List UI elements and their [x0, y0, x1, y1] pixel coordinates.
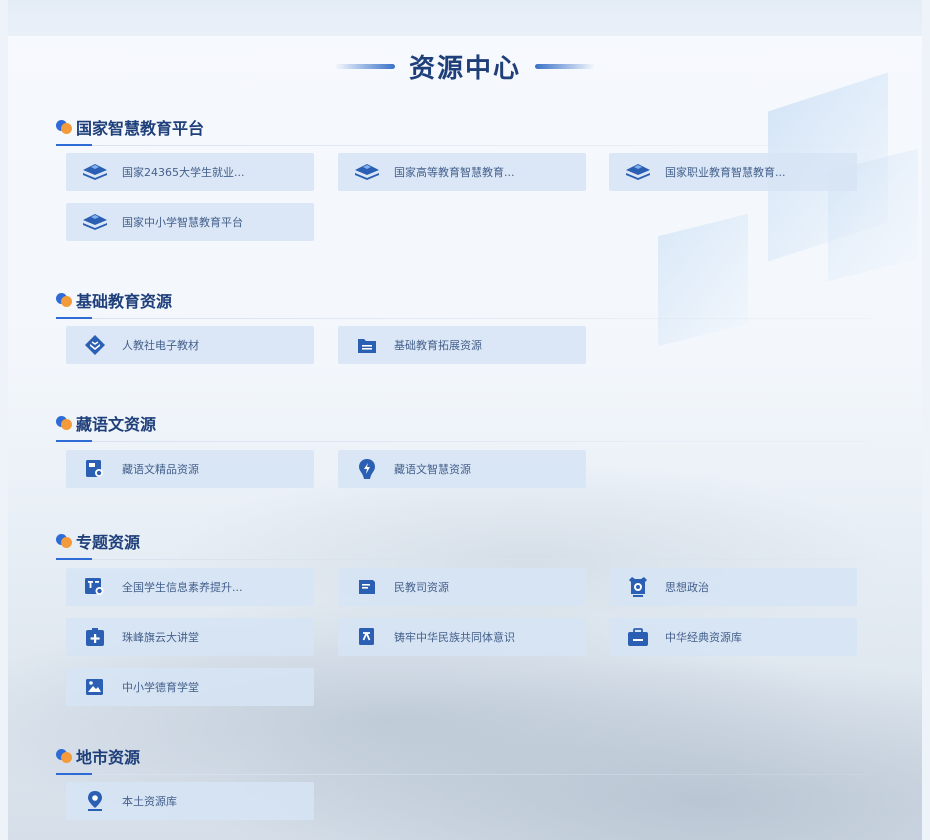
title-decoration-left	[334, 63, 395, 69]
section-bullet-icon	[56, 120, 72, 134]
image-icon	[82, 676, 108, 698]
location-pin-icon	[82, 790, 108, 812]
section-header-special-topics: 专题资源	[56, 525, 870, 560]
section-title: 专题资源	[76, 533, 141, 552]
title-decoration-right	[535, 63, 595, 69]
resource-card-label: 国家24365大学生就业...	[122, 166, 245, 179]
resource-center-page: 资源中心 国家智慧教育平台 国家24365大学生就业... 国家高等教育智慧教育…	[8, 0, 922, 840]
briefcase-icon	[625, 626, 651, 648]
resource-card[interactable]: 藏语文智慧资源	[338, 450, 586, 488]
resource-card[interactable]: 国家职业教育智慧教育...	[609, 153, 857, 191]
resource-card[interactable]: 本土资源库	[66, 782, 314, 820]
resource-card[interactable]: 全国学生信息素养提升...	[66, 568, 314, 606]
resource-card[interactable]: 人教社电子教材	[66, 326, 314, 364]
resource-card[interactable]: 民教司资源	[338, 568, 586, 606]
resource-card-label: 国家高等教育智慧教育...	[394, 166, 515, 179]
medical-plus-icon	[82, 626, 108, 648]
section-bullet-icon	[56, 534, 72, 548]
resource-card[interactable]: 基础教育拓展资源	[338, 326, 586, 364]
page-header: 资源中心	[8, 44, 922, 88]
resource-card-label: 基础教育拓展资源	[394, 339, 482, 352]
section-header-national-platform: 国家智慧教育平台	[56, 111, 870, 146]
resource-card[interactable]: 国家高等教育智慧教育...	[338, 153, 586, 191]
resource-card-label: 全国学生信息素养提升...	[122, 581, 243, 594]
resource-card-label: 珠峰旗云大讲堂	[122, 631, 199, 644]
section-bullet-icon	[56, 416, 72, 430]
book-stack-icon	[625, 161, 651, 183]
resource-card[interactable]: 国家24365大学生就业...	[66, 153, 314, 191]
book-open-icon	[354, 576, 380, 598]
text-search-icon	[82, 576, 108, 598]
resource-card[interactable]: 藏语文精品资源	[66, 450, 314, 488]
book-stack-icon	[354, 161, 380, 183]
resource-card[interactable]: 思想政治	[609, 568, 857, 606]
section-bullet-icon	[56, 293, 72, 307]
book-stack-icon	[82, 211, 108, 233]
emblem-icon	[625, 576, 651, 598]
resource-card[interactable]: 中华经典资源库	[609, 618, 857, 656]
resource-card-label: 民教司资源	[394, 581, 449, 594]
resource-card[interactable]: 珠峰旗云大讲堂	[66, 618, 314, 656]
resource-card-label: 铸牢中华民族共同体意识	[394, 631, 515, 644]
bulb-icon	[354, 458, 380, 480]
section-bullet-icon	[56, 749, 72, 763]
decorative-shape	[658, 213, 748, 347]
resource-card-label: 中小学德育学堂	[122, 681, 199, 694]
section-header-basic-education: 基础教育资源	[56, 284, 870, 319]
resource-card-label: 藏语文智慧资源	[394, 463, 471, 476]
section-header-local: 地市资源	[56, 740, 870, 775]
section-header-tibetan: 藏语文资源	[56, 407, 870, 442]
resource-card-label: 藏语文精品资源	[122, 463, 199, 476]
resource-card[interactable]: 国家中小学智慧教育平台	[66, 203, 314, 241]
resource-card-label: 人教社电子教材	[122, 339, 199, 352]
resource-card-label: 本土资源库	[122, 795, 177, 808]
document-search-icon	[82, 458, 108, 480]
page-title: 资源中心	[408, 53, 521, 84]
top-band	[8, 0, 922, 36]
resource-card-label: 中华经典资源库	[665, 631, 742, 644]
resource-card[interactable]: 中小学德育学堂	[66, 668, 314, 706]
resource-card-label: 国家职业教育智慧教育...	[665, 166, 786, 179]
resource-card-label: 思想政治	[665, 581, 709, 594]
resource-card-label: 国家中小学智慧教育平台	[122, 216, 243, 229]
book-stack-icon	[82, 161, 108, 183]
section-title: 地市资源	[76, 748, 141, 767]
folder-icon	[354, 334, 380, 356]
diamond-book-icon	[82, 334, 108, 356]
section-title: 基础教育资源	[76, 292, 173, 311]
section-title: 国家智慧教育平台	[76, 119, 205, 138]
section-title: 藏语文资源	[76, 415, 157, 434]
text-doc-icon	[354, 626, 380, 648]
resource-card[interactable]: 铸牢中华民族共同体意识	[338, 618, 586, 656]
